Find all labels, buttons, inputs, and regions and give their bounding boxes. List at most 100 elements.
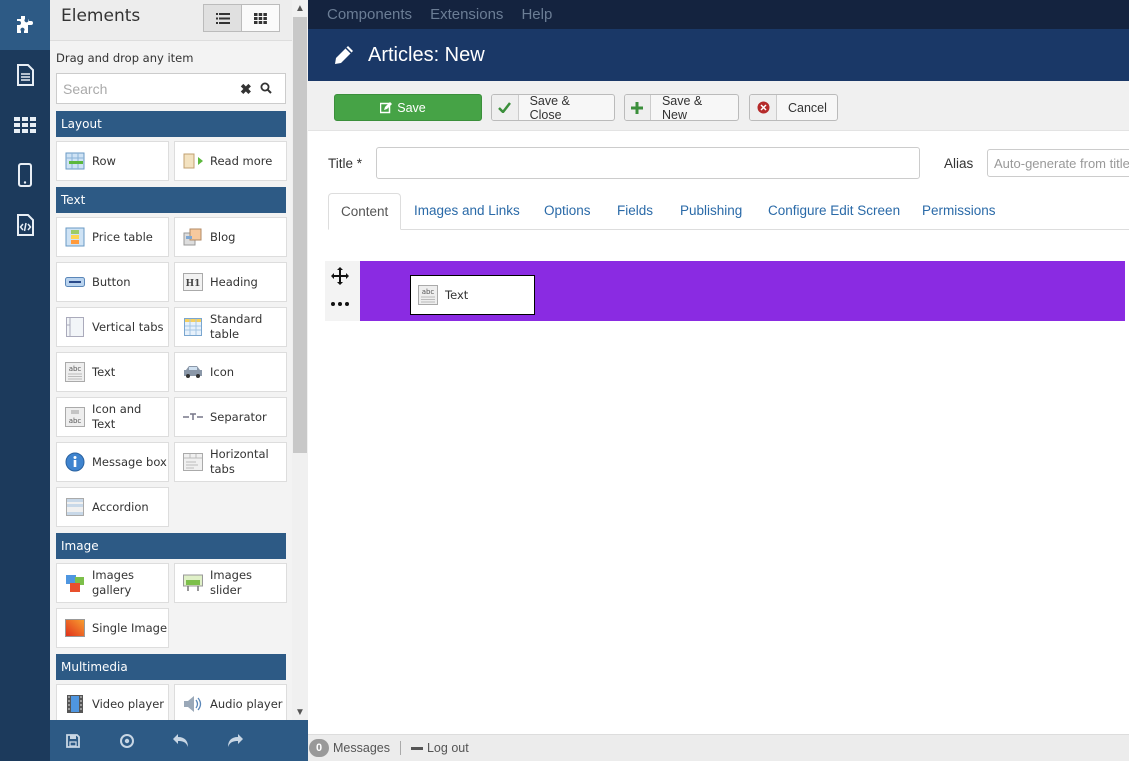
separator-icon (183, 407, 203, 427)
panel-title: Elements (61, 6, 141, 26)
save-icon[interactable] (62, 731, 84, 751)
pencil-icon (335, 46, 353, 64)
puzzle-icon (17, 16, 33, 33)
search-box: ✖ (56, 73, 286, 104)
check-icon (498, 102, 512, 113)
icon-rail (0, 0, 50, 761)
title-input[interactable] (376, 147, 920, 179)
element-heading[interactable]: H1 Heading (174, 262, 287, 302)
panel-scrollbar[interactable]: ▲ ▼ (292, 0, 308, 720)
rail-code-button[interactable] (0, 200, 50, 250)
scroll-down-arrow-icon[interactable]: ▼ (292, 704, 308, 720)
save-button[interactable]: Save (334, 94, 482, 121)
preview-icon[interactable] (116, 731, 138, 751)
tab-fields[interactable]: Fields (617, 193, 653, 230)
grid-view-toggle[interactable] (241, 4, 280, 32)
element-icon[interactable]: Icon (174, 352, 287, 392)
element-images-gallery[interactable]: Images gallery (56, 563, 169, 603)
rail-mobile-button[interactable] (0, 150, 50, 200)
tab-options[interactable]: Options (544, 193, 591, 230)
info-icon (65, 452, 85, 472)
page-title: Articles: New (368, 43, 485, 66)
svg-text:abc: abc (69, 365, 82, 373)
mobile-icon (18, 163, 32, 187)
tab-content[interactable]: Content (328, 193, 402, 230)
element-read-more[interactable]: Read more (174, 141, 287, 181)
read-more-icon (183, 151, 203, 171)
video-icon (65, 694, 85, 714)
category-text[interactable]: Text (56, 187, 286, 213)
panel-hint: Drag and drop any item (56, 51, 194, 65)
menu-help[interactable]: Help (521, 6, 552, 23)
save-close-button[interactable]: Save & Close (491, 94, 615, 121)
audio-icon (183, 694, 203, 714)
element-button[interactable]: Button (56, 262, 169, 302)
svg-text:H1: H1 (186, 279, 201, 289)
element-blog[interactable]: Blog (174, 217, 287, 257)
element-separator[interactable]: Separator (174, 397, 287, 437)
element-audio-player[interactable]: Audio player (174, 684, 287, 720)
messages-link[interactable]: Messages (333, 741, 390, 755)
menu-extensions[interactable]: Extensions (430, 6, 503, 23)
element-vertical-tabs[interactable]: Vertical tabs (56, 307, 169, 347)
text-icon: abc (65, 362, 85, 382)
vertical-tabs-icon (65, 317, 85, 337)
element-accordion[interactable]: Accordion (56, 487, 169, 527)
category-image[interactable]: Image (56, 533, 286, 559)
list-view-toggle[interactable] (203, 4, 242, 32)
panel-header: Elements (50, 0, 292, 41)
move-icon[interactable] (330, 266, 350, 286)
main-area: Components Extensions Help Articles: New… (308, 0, 1129, 761)
element-single-image[interactable]: Single Image (56, 608, 169, 648)
undo-icon[interactable] (170, 731, 192, 751)
element-images-slider[interactable]: Images slider (174, 563, 287, 603)
more-options-icon[interactable] (330, 301, 350, 307)
search-icon[interactable] (260, 81, 272, 99)
element-row[interactable]: Row (56, 141, 169, 181)
cancel-button[interactable]: Cancel (749, 94, 838, 121)
clear-icon[interactable]: ✖ (240, 81, 252, 98)
rail-grid-button[interactable] (0, 100, 50, 150)
image-icon (65, 618, 85, 638)
element-text[interactable]: abc Text (56, 352, 169, 392)
category-layout[interactable]: Layout (56, 111, 286, 137)
rail-elements-button[interactable] (0, 0, 50, 50)
element-standard-table[interactable]: Standard table (174, 307, 287, 347)
tab-configure-edit-screen[interactable]: Configure Edit Screen (768, 193, 900, 230)
redo-icon[interactable] (224, 731, 246, 751)
gallery-icon (65, 573, 85, 593)
car-icon (183, 362, 203, 382)
code-file-icon (17, 214, 34, 236)
row-body[interactable]: abc Text (360, 261, 1125, 321)
element-icon-and-text[interactable]: abc Icon and Text (56, 397, 169, 437)
button-icon (65, 272, 85, 292)
element-horizontal-tabs[interactable]: Horizontal tabs (174, 442, 287, 482)
logout-link[interactable]: Log out (410, 741, 469, 755)
tab-images-and-links[interactable]: Images and Links (414, 193, 520, 230)
builder-bottom-bar (50, 720, 308, 761)
cancel-circle-icon (757, 101, 769, 114)
page-header: Articles: New (308, 29, 1129, 81)
rail-document-button[interactable] (0, 50, 50, 100)
scrollbar-thumb[interactable] (293, 17, 307, 453)
menu-components[interactable]: Components (327, 6, 412, 23)
element-message-box[interactable]: Message box (56, 442, 169, 482)
element-video-player[interactable]: Video player (56, 684, 169, 720)
scroll-up-arrow-icon[interactable]: ▲ (292, 0, 308, 16)
tab-publishing[interactable]: Publishing (680, 193, 742, 230)
article-form: Title * Alias Content Images and Links O… (308, 131, 1129, 761)
element-price-table[interactable]: Price table (56, 217, 169, 257)
alias-input[interactable] (987, 149, 1129, 177)
table-icon (183, 317, 203, 337)
horizontal-tabs-icon (183, 452, 203, 472)
plus-icon (631, 101, 644, 114)
search-input[interactable] (57, 74, 227, 103)
tab-permissions[interactable]: Permissions (922, 193, 996, 230)
form-tabs: Content Images and Links Options Fields … (328, 193, 1129, 230)
edit-icon (380, 101, 393, 113)
save-new-button[interactable]: Save & New (624, 94, 739, 121)
title-label: Title * (328, 156, 363, 171)
grid-small-icon (254, 12, 267, 24)
category-multimedia[interactable]: Multimedia (56, 654, 286, 680)
text-element-block[interactable]: abc Text (410, 275, 535, 315)
